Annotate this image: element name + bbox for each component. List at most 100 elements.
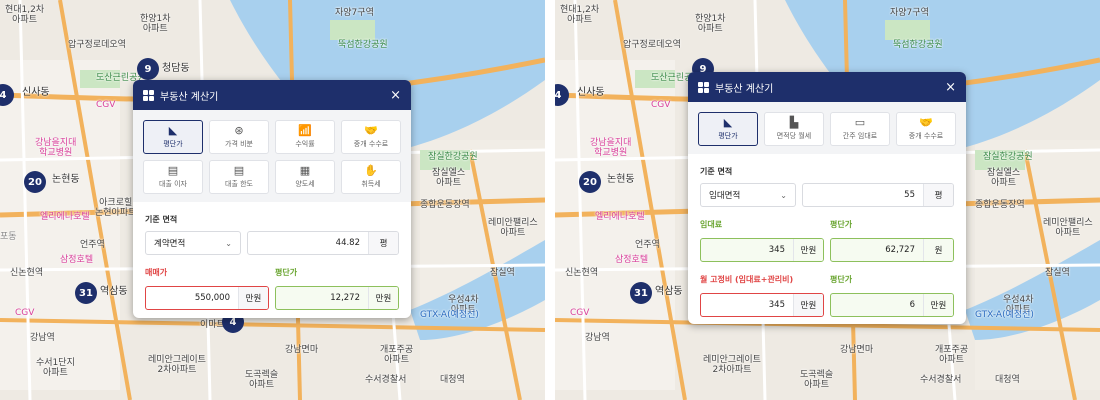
rent-unit: 만원	[793, 239, 823, 261]
map-label: 강남면마	[285, 345, 319, 355]
tool-label: 간주 임대료	[842, 132, 878, 140]
map-label: 잠실엘스 아파트	[987, 168, 1021, 188]
map-label: 레미안그레이트 2차아파트	[703, 355, 761, 375]
tool-transfer-tax[interactable]: ▦ 양도세	[275, 160, 335, 194]
tool-brokerage-fee[interactable]: 🤝 중개 수수료	[896, 112, 956, 146]
fixed-cost-price-per-pyeong-unit: 만원	[923, 294, 953, 316]
tool-price-per-pyeong[interactable]: ◣ 평단가	[143, 120, 203, 154]
tool-label: 취득세	[361, 180, 381, 188]
map-label: 도곡렉슬 아파트	[800, 370, 834, 390]
map-label: CGV	[570, 308, 590, 318]
map-label: 뚝섬한강공원	[338, 40, 388, 50]
district-count-badge[interactable]: 31	[75, 282, 97, 304]
rent-price-per-pyeong-unit: 원	[923, 239, 953, 261]
district-count-badge[interactable]: 20	[24, 171, 46, 193]
area-label: 기준 면적	[145, 215, 178, 224]
tool-label: 평단가	[718, 132, 738, 140]
ruler-icon: ◣	[723, 116, 733, 129]
area-type-value: 임대면적	[709, 191, 741, 201]
tool-deemed-rent[interactable]: ▭ 간주 임대료	[830, 112, 890, 146]
map-label: 자양7구역	[890, 8, 929, 18]
map-label: 대청역	[440, 375, 465, 385]
map-label: 신논현역	[565, 268, 599, 278]
map-label: 아크로힐 논현아파트	[95, 198, 137, 218]
area-value: 55	[904, 190, 915, 200]
map-label: 잠실역	[490, 268, 515, 278]
map-label: 엘리에나호텔	[595, 212, 645, 222]
map-label: 레미안팰리스 아파트	[1043, 218, 1093, 238]
map-label: 레미안그레이트 2차아파트	[148, 355, 206, 375]
monthly-fixed-cost-value: 345	[768, 300, 785, 310]
real-estate-calculator-dialog: 부동산 계산기 × ◣ 평단가 ▙ 면적당 월세 ▭ 간주 임대료 🤝 중개 수수료 기…	[688, 72, 966, 324]
rent-price-per-pyeong-output[interactable]: 62,727 원	[830, 238, 954, 262]
area-input[interactable]: 55 평	[802, 183, 954, 207]
calculator-tool-grid: ◣ 평단가 ▙ 면적당 월세 ▭ 간주 임대료 🤝 중개 수수료	[688, 102, 966, 154]
tool-rent-per-area[interactable]: ▙ 면적당 월세	[764, 112, 824, 146]
close-icon[interactable]: ×	[945, 80, 956, 95]
map-label: 잠실엘스 아파트	[432, 168, 466, 188]
handshake-icon: 🤝	[364, 124, 378, 137]
tax-icon: ▦	[299, 164, 311, 177]
map-label: 언주역	[80, 240, 105, 250]
tool-price-compare[interactable]: ⊛ 가격 비분	[209, 120, 269, 154]
tool-yield[interactable]: 📶 수익률	[275, 120, 335, 154]
district-count-badge[interactable]: 31	[630, 282, 652, 304]
rent-input[interactable]: 345 만원	[700, 238, 824, 262]
map-label: 레미안팰리스 아파트	[488, 218, 538, 238]
map-label: 개포주공 아파트	[380, 345, 414, 365]
chevron-down-icon: ⌄	[225, 238, 232, 248]
tool-brokerage-fee[interactable]: 🤝 중개 수수료	[341, 120, 401, 154]
close-icon[interactable]: ×	[390, 88, 401, 103]
area-label: 기준 면적	[700, 167, 733, 176]
map-label: 논현동	[607, 174, 635, 185]
map-label: 한양1차 아파트	[140, 14, 171, 34]
calculator-header: 부동산 계산기 ×	[688, 72, 966, 102]
area-type-select[interactable]: 계약면적 ⌄	[145, 231, 241, 255]
document-icon: ▤	[233, 164, 245, 177]
calculator-title: 부동산 계산기	[715, 83, 774, 95]
map-label: 강남을지대 학교병원	[35, 138, 77, 158]
district-count-badge[interactable]: 20	[579, 171, 601, 193]
fixed-cost-price-per-pyeong-output[interactable]: 6 만원	[830, 293, 954, 317]
price-per-pyeong-output[interactable]: 12,272 만원	[275, 286, 399, 310]
map-label: 강남역	[30, 333, 55, 343]
map-label: 신사동	[22, 87, 50, 98]
map-label: CGV	[96, 100, 116, 110]
tool-loan-limit[interactable]: ▤ 대출 한도	[209, 160, 269, 194]
handshake-icon: 🤝	[919, 116, 933, 129]
map-label: 잠실한강공원	[428, 152, 478, 162]
compare-icon: ⊛	[234, 124, 244, 137]
monthly-fixed-cost-input[interactable]: 345 만원	[700, 293, 824, 317]
sale-price-value: 550,000	[194, 293, 230, 303]
tool-acquisition-tax[interactable]: ✋ 취득세	[341, 160, 401, 194]
calculator-icon	[698, 81, 709, 93]
map-label: 대청역	[995, 375, 1020, 385]
map-pane-left[interactable]: 현대1,2차 아파트 한양1차 아파트 압구정로데오역 도산근린공원 청담동 신…	[0, 0, 545, 400]
tool-label: 양도세	[295, 180, 315, 188]
map-label: 신논현역	[10, 268, 44, 278]
calculator-header: 부동산 계산기 ×	[133, 80, 411, 110]
fixed-cost-price-per-pyeong-value: 6	[909, 300, 915, 310]
map-pane-right[interactable]: 현대1,2차 아파트 한양1차 아파트 압구정로데오역 도산근린공원 신사동 C…	[555, 0, 1100, 400]
sale-price-input[interactable]: 550,000 만원	[145, 286, 269, 310]
area-unit: 평	[368, 232, 398, 254]
map-label: 엘리에나호텔	[40, 212, 90, 222]
map-label: 종합운동장역	[420, 200, 470, 210]
map-label: 역삼동	[655, 286, 683, 297]
map-label: 개포주공 아파트	[935, 345, 969, 365]
rent-value: 345	[768, 245, 785, 255]
map-label: 포동	[0, 232, 17, 242]
district-count-badge[interactable]: 9	[137, 58, 159, 80]
tool-loan-interest[interactable]: ▤ 대출 이자	[143, 160, 203, 194]
chevron-down-icon: ⌄	[780, 190, 787, 200]
map-label: 언주역	[635, 240, 660, 250]
map-label: 수서1단지 아파트	[36, 358, 75, 378]
calculator-tool-grid: ◣ 평단가 ⊛ 가격 비분 📶 수익률 🤝 중개 수수료 ▤ 대출 이자 ▤ 대출 한도 ▦…	[133, 110, 411, 202]
area-type-select[interactable]: 임대면적 ⌄	[700, 183, 796, 207]
map-label: 청담동	[162, 63, 190, 74]
rent-price-per-pyeong-label: 평단가	[830, 220, 853, 229]
rent-label: 임대료	[700, 220, 723, 229]
area-input[interactable]: 44.82 평	[247, 231, 399, 255]
map-label: GTX-A(예정선)	[975, 310, 1034, 320]
tool-price-per-pyeong[interactable]: ◣ 평단가	[698, 112, 758, 146]
